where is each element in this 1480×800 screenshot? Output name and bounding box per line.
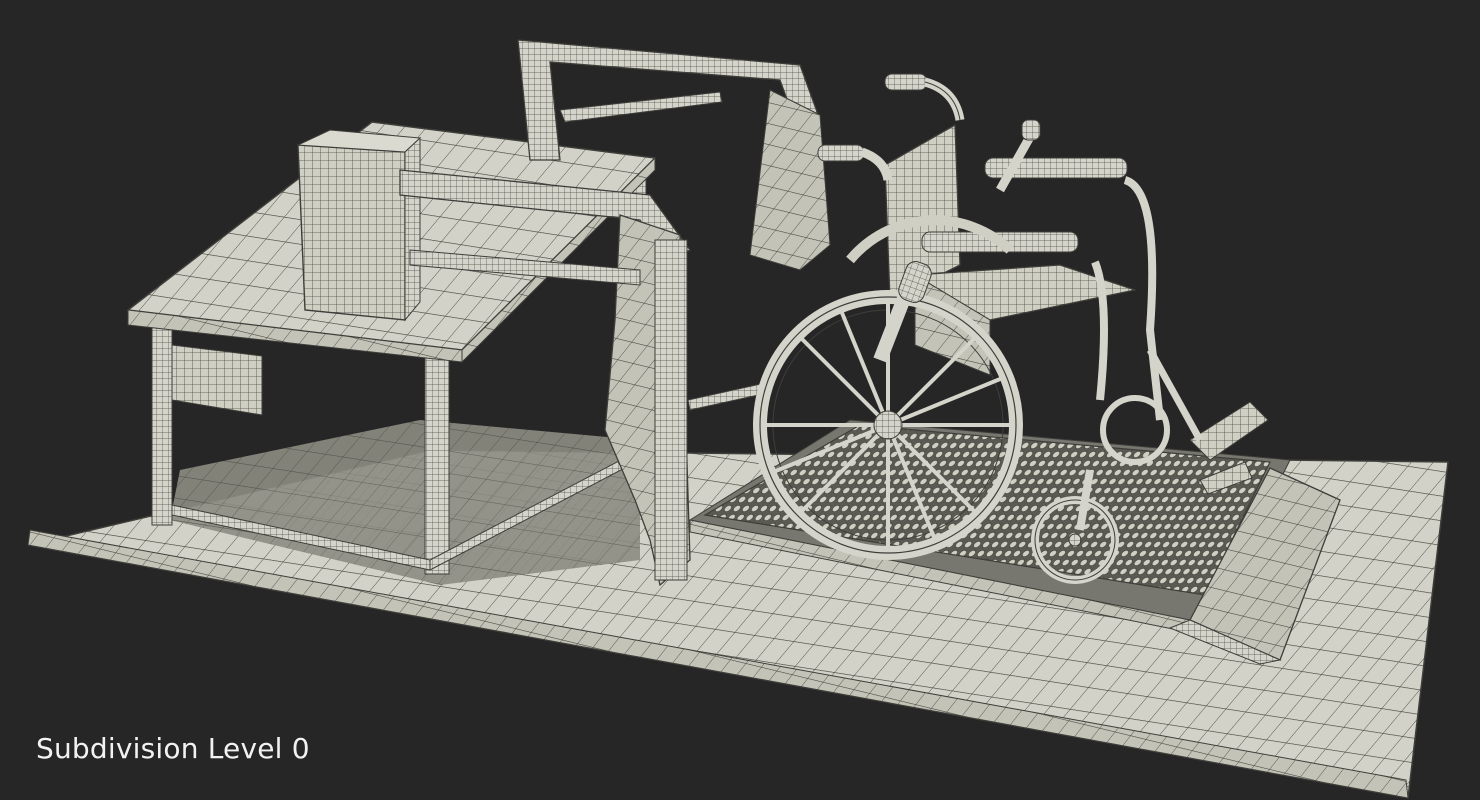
control-box: [297, 129, 422, 322]
subdivision-level-caption: Subdivision Level 0: [36, 732, 310, 765]
render-viewport: Subdivision Level 0: [0, 0, 1480, 800]
wireframe-render: [27, 39, 1449, 799]
